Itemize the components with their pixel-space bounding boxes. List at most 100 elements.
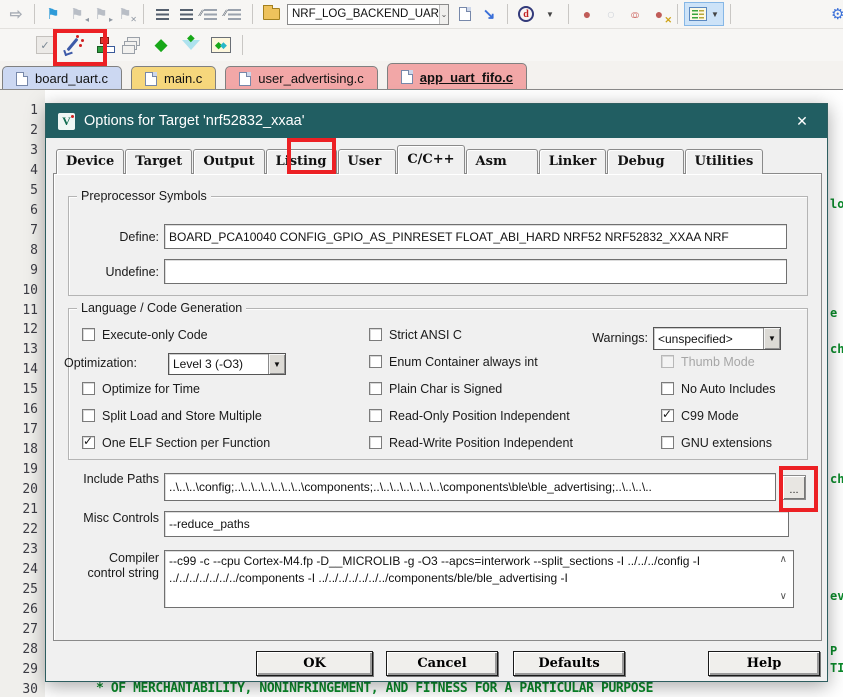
dialog-tab-debug[interactable]: Debug bbox=[607, 149, 684, 174]
dialog-tab-asm[interactable]: Asm bbox=[465, 149, 538, 174]
search-term-combobox[interactable]: NRF_LOG_BACKEND_UAR ⌄ bbox=[287, 3, 449, 25]
line-number: 28 bbox=[22, 641, 38, 657]
strict-ansi-label: Strict ANSI C bbox=[389, 328, 462, 342]
scroll-down-icon[interactable]: ∨ bbox=[780, 591, 787, 602]
include-paths-label: Include Paths bbox=[83, 472, 159, 486]
close-icon[interactable]: ✕ bbox=[789, 113, 815, 130]
file-tab-app-uart-fifo-c[interactable]: app_uart_fifo.c bbox=[386, 63, 527, 90]
find-next-icon[interactable] bbox=[453, 3, 477, 25]
define-input[interactable]: BOARD_PCA10040 CONFIG_GPIO_AS_PINRESET F… bbox=[164, 224, 787, 249]
toggle-breakpoint-icon[interactable]: ● bbox=[575, 3, 599, 25]
dropdown-arrow-icon[interactable]: ▼ bbox=[763, 328, 780, 349]
code-fragment: e bbox=[830, 306, 838, 320]
navigate-forward-icon[interactable]: ⇨ bbox=[4, 3, 28, 25]
clear-bookmarks-icon[interactable]: ⚑ ✕ bbox=[113, 3, 137, 25]
uncomment-selection-icon[interactable]: ∕∕ bbox=[222, 3, 246, 25]
unindent-icon[interactable] bbox=[150, 3, 174, 25]
dialog-tab-c-c[interactable]: C/C++ bbox=[397, 145, 465, 174]
code-fragment: P bbox=[830, 644, 838, 658]
optimize-for-time-checkbox[interactable] bbox=[82, 382, 95, 395]
dialog-title: Options for Target 'nrf52832_xxaa' bbox=[84, 113, 305, 129]
warnings-dropdown[interactable]: <unspecified> ▼ bbox=[653, 327, 781, 350]
folder-glyph bbox=[262, 5, 280, 20]
no-auto-includes-label: No Auto Includes bbox=[681, 382, 776, 396]
include-paths-input[interactable]: ..\..\..\config;..\..\..\..\..\..\..\com… bbox=[164, 473, 776, 501]
run-to-cursor-icon[interactable]: d bbox=[514, 3, 538, 25]
kill-x-glyph: ✕ bbox=[664, 15, 672, 25]
optimization-dropdown[interactable]: Level 3 (-O3) ▼ bbox=[168, 353, 286, 375]
run-to-cursor-dropdown-icon[interactable]: ▼ bbox=[538, 3, 562, 25]
editor-comment-line: * OF MERCHANTABILITY, NONINFRINGEMENT, A… bbox=[96, 681, 653, 696]
file-tab-main-c[interactable]: main.c bbox=[131, 66, 217, 90]
line-number: 1 bbox=[30, 103, 38, 118]
incremental-find-icon[interactable]: ↘ bbox=[477, 3, 501, 25]
no-auto-includes-checkbox[interactable] bbox=[661, 382, 674, 395]
line-number: 22 bbox=[22, 521, 38, 537]
project-window-icon bbox=[689, 7, 707, 21]
plain-char-signed-checkbox[interactable] bbox=[369, 382, 382, 395]
split-load-store-checkbox[interactable] bbox=[82, 409, 95, 422]
kill-all-breakpoints-icon[interactable]: ● ✕ bbox=[647, 3, 672, 25]
disable-all-breakpoints-icon[interactable]: ○○ bbox=[623, 3, 647, 25]
main-toolbar: ⇨ ⚑ ⚑ ◂ ⚑ ▸ ⚑ ✕ ∕∕ ∕∕ NRF_LOG_BACKEND_UAR ⌄… bbox=[0, 0, 843, 29]
file-tab-label: app_uart_fifo.c bbox=[419, 69, 513, 85]
line-number: 13 bbox=[22, 342, 38, 358]
one-elf-section-label: One ELF Section per Function bbox=[102, 436, 271, 450]
line-number-gutter: 1 2 3 4 5 6 7 8 9 10 11 12 13 14 15 16 17 18 19 20 21 22 23 24 2… bbox=[0, 90, 45, 697]
insert-bookmark-icon[interactable]: ⚑ bbox=[41, 3, 65, 25]
file-tab-board-uart-c[interactable]: board_uart.c bbox=[2, 66, 122, 90]
dialog-tab-utilities[interactable]: Utilities bbox=[684, 149, 764, 174]
group-legend: Language / Code Generation bbox=[77, 301, 247, 315]
pack-installer-icon[interactable]: ◆ ◆ bbox=[206, 34, 236, 56]
line-number: 11 bbox=[22, 302, 38, 318]
c99-mode-checkbox[interactable] bbox=[661, 407, 674, 422]
multi-project-workspace-icon[interactable] bbox=[118, 34, 146, 56]
code-fragment: ch bbox=[830, 342, 843, 356]
execute-only-code-checkbox[interactable] bbox=[82, 328, 95, 341]
dialog-tab-target[interactable]: Target bbox=[125, 149, 193, 174]
ro-position-independent-checkbox[interactable] bbox=[369, 409, 382, 422]
indent-icon[interactable] bbox=[174, 3, 198, 25]
select-software-packs-icon[interactable]: ◆ bbox=[176, 33, 206, 56]
dialog-tab-linker[interactable]: Linker bbox=[538, 149, 607, 174]
previous-bookmark-icon[interactable]: ⚑ ◂ bbox=[65, 3, 89, 25]
build-toolbar: ✓ ◆ ◆ ◆ ◆ bbox=[0, 29, 843, 61]
packbox-glyph: ◆ ◆ bbox=[211, 37, 231, 53]
cancel-button[interactable]: Cancel bbox=[386, 651, 498, 676]
dropdown-arrow-icon[interactable]: ▼ bbox=[268, 354, 285, 374]
disable-breakpoint-icon[interactable]: ○ bbox=[599, 3, 623, 25]
line-number: 27 bbox=[22, 621, 38, 637]
one-elf-section-checkbox[interactable] bbox=[82, 434, 95, 449]
undefine-label: Undefine: bbox=[105, 265, 159, 279]
compiler-control-string-box[interactable]: --c99 -c --cpu Cortex-M4.fp -D__MICROLIB… bbox=[164, 550, 794, 608]
file-tab-label: board_uart.c bbox=[35, 71, 108, 86]
dialog-tab-device[interactable]: Device bbox=[56, 149, 125, 174]
dialog-titlebar[interactable]: V Options for Target 'nrf52832_xxaa' ✕ bbox=[46, 104, 827, 138]
combobox-dropdown-button[interactable]: ⌄ bbox=[438, 4, 448, 24]
next-bookmark-icon[interactable]: ⚑ ▸ bbox=[89, 3, 113, 25]
file-tab-user-advertising-c[interactable]: user_advertising.c bbox=[225, 66, 378, 90]
misc-controls-input[interactable]: --reduce_paths bbox=[164, 511, 789, 537]
ok-button[interactable]: OK bbox=[256, 651, 373, 676]
enum-container-checkbox[interactable] bbox=[369, 355, 382, 368]
clear-sub-glyph: ✕ bbox=[130, 15, 137, 24]
find-in-files-icon[interactable] bbox=[259, 3, 283, 25]
defaults-button[interactable]: Defaults bbox=[513, 651, 625, 676]
dialog-tab-user[interactable]: User bbox=[337, 149, 397, 174]
comment-selection-icon[interactable]: ∕∕ bbox=[198, 3, 222, 25]
code-fragment: ch bbox=[830, 472, 843, 486]
strict-ansi-checkbox[interactable] bbox=[369, 328, 382, 341]
line-number: 10 bbox=[22, 282, 38, 298]
split-load-store-label: Split Load and Store Multiple bbox=[102, 409, 262, 423]
toolbar-icon-partial[interactable]: ⚙ bbox=[831, 5, 843, 23]
dialog-tab-output[interactable]: Output bbox=[193, 149, 265, 174]
show-project-window-button[interactable]: ▼ bbox=[684, 2, 724, 26]
scroll-up-icon[interactable]: ∧ bbox=[780, 554, 787, 565]
undefine-input[interactable] bbox=[164, 259, 787, 284]
rw-position-independent-checkbox[interactable] bbox=[369, 436, 382, 449]
manage-run-time-environment-icon[interactable]: ◆ bbox=[146, 34, 176, 56]
gnu-extensions-checkbox[interactable] bbox=[661, 436, 674, 449]
translate-file-icon[interactable]: ✓ bbox=[36, 36, 54, 54]
help-button[interactable]: Help bbox=[708, 651, 820, 676]
enum-container-label: Enum Container always int bbox=[389, 355, 538, 369]
